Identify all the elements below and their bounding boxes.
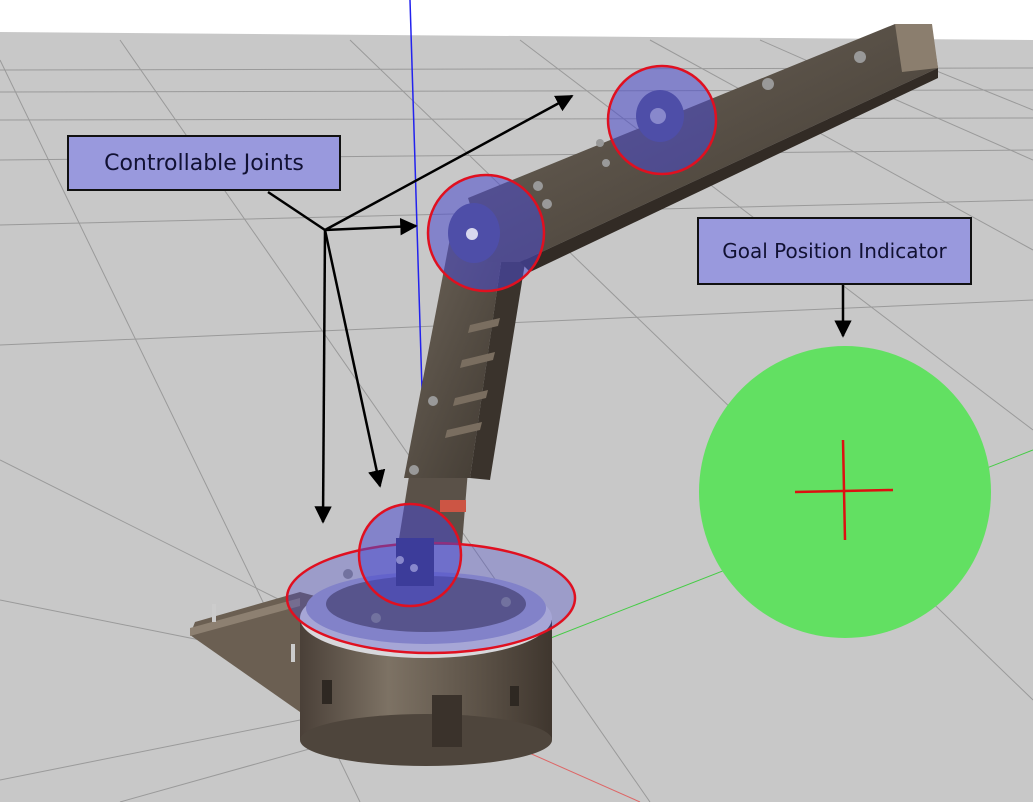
goal-sphere: [699, 346, 991, 638]
robot-arm-scene: [0, 0, 1033, 802]
joint-elbow: [426, 173, 546, 293]
joint-wrist: [606, 64, 718, 176]
goal-position-indicator-label: Goal Position Indicator: [697, 217, 972, 285]
joint-shoulder: [357, 502, 463, 608]
controllable-joints-label: Controllable Joints: [67, 135, 341, 191]
